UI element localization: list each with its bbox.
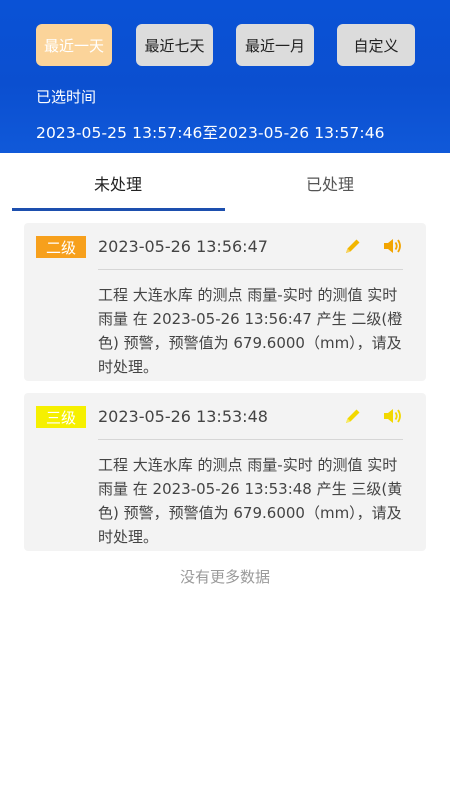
level-badge: 二级	[36, 236, 86, 258]
tab-handled[interactable]: 已处理	[306, 171, 354, 195]
speaker-icon[interactable]	[382, 405, 404, 427]
selected-time-label: 已选时间	[36, 88, 97, 106]
alert-card[interactable]: 二级 2023-05-26 13:56:47 工程 大连水库 的测点 雨量-实时…	[24, 223, 426, 381]
card-divider	[98, 269, 403, 270]
alert-message: 工程 大连水库 的测点 雨量-实时 的测值 实时雨量 在 2023-05-26 …	[98, 456, 403, 546]
pencil-icon[interactable]	[342, 235, 364, 257]
pencil-icon[interactable]	[342, 405, 364, 427]
range-last-week-button[interactable]: 最近七天	[136, 24, 213, 66]
tab-unhandled[interactable]: 未处理	[94, 171, 142, 195]
alert-time: 2023-05-26 13:53:48	[98, 407, 268, 426]
selected-time-range: 2023-05-25 13:57:46至2023-05-26 13:57:46	[36, 124, 385, 142]
range-last-month-button[interactable]: 最近一月	[236, 24, 314, 66]
alert-message: 工程 大连水库 的测点 雨量-实时 的测值 实时雨量 在 2023-05-26 …	[98, 286, 403, 376]
range-last-day-button[interactable]: 最近一天	[36, 24, 112, 66]
active-tab-indicator	[12, 208, 225, 211]
no-more-data-label: 没有更多数据	[179, 568, 270, 586]
speaker-icon[interactable]	[382, 235, 404, 257]
range-custom-button[interactable]: 自定义	[337, 24, 415, 66]
time-filter-header: 最近一天 最近七天 最近一月 自定义 已选时间 2023-05-25 13:57…	[0, 0, 450, 153]
card-divider	[98, 439, 403, 440]
level-badge: 三级	[36, 406, 86, 428]
alert-card[interactable]: 三级 2023-05-26 13:53:48 工程 大连水库 的测点 雨量-实时…	[24, 393, 426, 551]
alert-time: 2023-05-26 13:56:47	[98, 237, 268, 256]
status-tabs: 未处理 已处理	[0, 153, 450, 211]
